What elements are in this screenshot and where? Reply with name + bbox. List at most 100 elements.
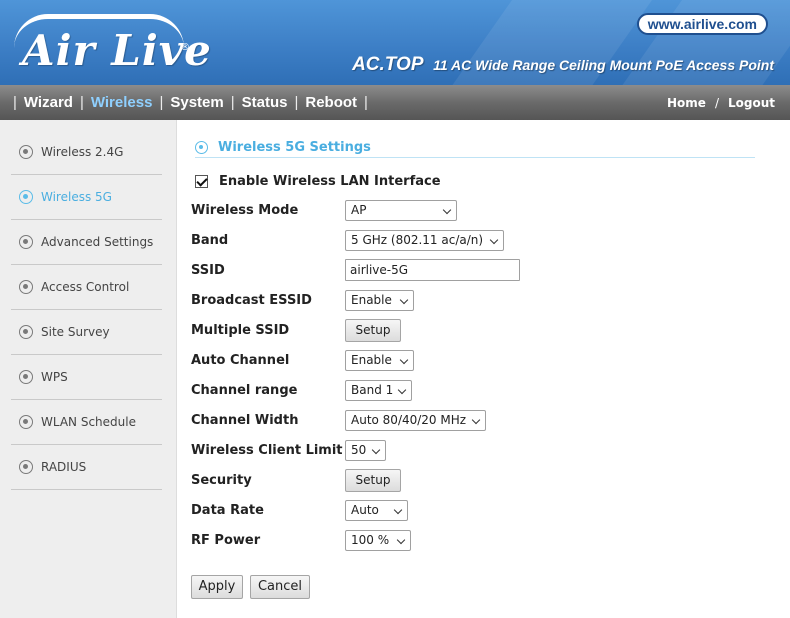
data-rate-value: Auto xyxy=(351,503,379,517)
nav-separator: | xyxy=(294,94,299,111)
sidebar-item-wps[interactable]: WPS xyxy=(11,355,162,400)
multiple-ssid-label: Multiple SSID xyxy=(191,323,290,338)
chevron-down-icon xyxy=(399,355,409,365)
wireless-mode-select[interactable]: AP xyxy=(345,200,457,221)
client-limit-row: Wireless Client Limit 50 xyxy=(191,438,751,464)
sidebar-item-label: Wireless 5G xyxy=(41,190,112,204)
cancel-button[interactable]: Cancel xyxy=(250,575,310,599)
sidebar-item-site-survey[interactable]: Site Survey xyxy=(11,310,162,355)
sidebar: Wireless 2.4G Wireless 5G Advanced Setti… xyxy=(0,120,177,618)
band-label: Band xyxy=(191,233,229,248)
account-links: Home / Logout xyxy=(667,85,775,120)
sidebar-item-radius[interactable]: RADIUS xyxy=(11,445,162,490)
sidebar-item-access-control[interactable]: Access Control xyxy=(11,265,162,310)
security-setup-button[interactable]: Setup xyxy=(345,469,401,492)
auto-channel-select[interactable]: Enable xyxy=(345,350,414,371)
radio-bullet-icon xyxy=(19,460,33,474)
rf-power-select[interactable]: 100 % xyxy=(345,530,411,551)
enable-wlan-checkbox[interactable] xyxy=(195,174,208,188)
security-row: Security Setup xyxy=(191,468,751,494)
sidebar-menu: Wireless 2.4G Wireless 5G Advanced Setti… xyxy=(11,130,162,490)
sidebar-item-label: Access Control xyxy=(41,280,130,294)
chevron-down-icon xyxy=(396,535,406,545)
nav-item-reboot[interactable]: Reboot xyxy=(305,94,357,111)
chevron-down-icon xyxy=(399,295,409,305)
settings-panel: Wireless 5G Settings Enable Wireless LAN… xyxy=(191,120,771,618)
channel-width-row: Channel Width Auto 80/40/20 MHz xyxy=(191,408,751,434)
chevron-down-icon xyxy=(371,445,381,455)
client-limit-value: 50 xyxy=(351,443,367,457)
header-banner: Air Live ® www.airlive.com AC.TOP 11 AC … xyxy=(0,0,790,85)
nav-separator: | xyxy=(159,94,164,111)
nav-separator: | xyxy=(230,94,235,111)
nav-item-system[interactable]: System xyxy=(170,94,223,111)
sidebar-item-label: Advanced Settings xyxy=(41,235,154,249)
broadcast-essid-select[interactable]: Enable xyxy=(345,290,414,311)
data-rate-label: Data Rate xyxy=(191,503,264,518)
sidebar-item-advanced-settings[interactable]: Advanced Settings xyxy=(11,220,162,265)
rf-power-value: 100 % xyxy=(351,533,390,547)
radio-bullet-icon xyxy=(19,190,33,204)
section-header: Wireless 5G Settings xyxy=(195,138,755,158)
channel-range-row: Channel range Band 1 xyxy=(191,378,751,404)
chevron-down-icon xyxy=(442,205,452,215)
site-link[interactable]: www.airlive.com xyxy=(636,13,768,35)
broadcast-essid-label: Broadcast ESSID xyxy=(191,293,312,308)
nav-item-wizard[interactable]: Wizard xyxy=(24,94,73,111)
sidebar-item-wireless-5g[interactable]: Wireless 5G xyxy=(11,175,162,220)
radio-bullet-icon xyxy=(19,325,33,339)
logo-registered-mark: ® xyxy=(180,42,190,53)
channel-width-value: Auto 80/40/20 MHz xyxy=(351,413,467,427)
product-title: AC.TOP 11 AC Wide Range Ceiling Mount Po… xyxy=(352,54,774,76)
sidebar-item-label: Site Survey xyxy=(41,325,110,339)
channel-width-label: Channel Width xyxy=(191,413,299,428)
radio-bullet-icon xyxy=(195,141,208,154)
ssid-input[interactable]: airlive-5G xyxy=(345,259,520,281)
radio-bullet-icon xyxy=(19,370,33,384)
band-select[interactable]: 5 GHz (802.11 ac/a/n) xyxy=(345,230,504,251)
nav-separator: | xyxy=(79,94,84,111)
auto-channel-value: Enable xyxy=(351,353,392,367)
client-limit-select[interactable]: 50 xyxy=(345,440,386,461)
data-rate-select[interactable]: Auto xyxy=(345,500,408,521)
channel-range-label: Channel range xyxy=(191,383,298,398)
channel-range-select[interactable]: Band 1 xyxy=(345,380,412,401)
ssid-row: SSID airlive-5G xyxy=(191,258,751,284)
link-divider: / xyxy=(714,95,719,110)
chevron-down-icon xyxy=(471,415,481,425)
channel-range-value: Band 1 xyxy=(351,383,394,397)
enable-wlan-label: Enable Wireless LAN Interface xyxy=(219,173,441,189)
sidebar-item-wireless-2-4g[interactable]: Wireless 2.4G xyxy=(11,130,162,175)
multiple-ssid-setup-button[interactable]: Setup xyxy=(345,319,401,342)
broadcast-essid-value: Enable xyxy=(351,293,392,307)
broadcast-essid-row: Broadcast ESSID Enable xyxy=(191,288,751,314)
wireless-mode-label: Wireless Mode xyxy=(191,203,299,218)
client-limit-label: Wireless Client Limit xyxy=(191,443,343,458)
channel-width-select[interactable]: Auto 80/40/20 MHz xyxy=(345,410,486,431)
apply-button[interactable]: Apply xyxy=(191,575,243,599)
radio-bullet-icon xyxy=(19,415,33,429)
auto-channel-label: Auto Channel xyxy=(191,353,290,368)
radio-bullet-icon xyxy=(19,145,33,159)
auto-channel-row: Auto Channel Enable xyxy=(191,348,751,374)
nav-item-wireless[interactable]: Wireless xyxy=(91,94,153,111)
nav-item-status[interactable]: Status xyxy=(242,94,288,111)
sidebar-item-label: Wireless 2.4G xyxy=(41,145,124,159)
rf-power-row: RF Power 100 % xyxy=(191,528,751,554)
top-navbar: | Wizard | Wireless | System | Status | … xyxy=(0,85,790,120)
radio-bullet-icon xyxy=(19,235,33,249)
nav-separator: | xyxy=(364,94,368,111)
sidebar-item-wlan-schedule[interactable]: WLAN Schedule xyxy=(11,400,162,445)
rf-power-label: RF Power xyxy=(191,533,261,548)
chevron-down-icon xyxy=(393,505,403,515)
wireless-mode-row: Wireless Mode AP xyxy=(191,198,751,224)
chevron-down-icon xyxy=(489,235,499,245)
product-model: AC.TOP xyxy=(352,54,424,75)
security-label: Security xyxy=(191,473,252,488)
logout-link[interactable]: Logout xyxy=(728,96,775,110)
home-link[interactable]: Home xyxy=(667,96,706,110)
wireless-mode-value: AP xyxy=(351,203,367,217)
multiple-ssid-row: Multiple SSID Setup xyxy=(191,318,751,344)
sidebar-item-label: WPS xyxy=(41,370,68,384)
nav-separator: | xyxy=(13,94,17,111)
